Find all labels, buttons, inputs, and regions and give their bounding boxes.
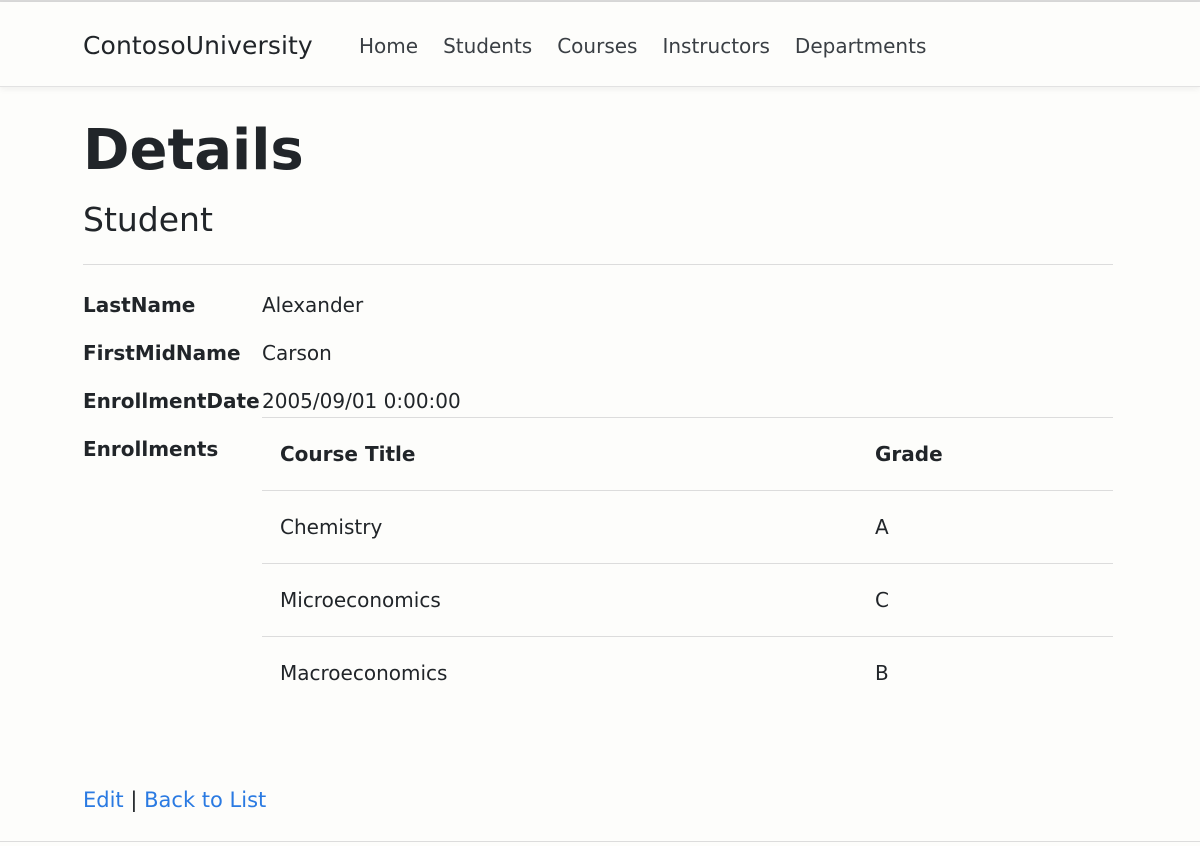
enrollments-label: Enrollments [83,437,219,461]
table-row: Chemistry A [262,490,1113,564]
course-title-cell: Microeconomics [262,563,857,637]
column-header-grade: Grade [857,417,1113,491]
lastname-label: LastName [83,293,196,317]
nav-item-courses: Courses [557,34,662,58]
navbar: ContosoUniversity Home Students Courses … [0,2,1200,87]
nav-item-students: Students [443,34,557,58]
nav-item-home: Home [359,34,443,58]
entity-title: Student [83,200,213,239]
lastname-value: Alexander [262,293,364,317]
edit-link[interactable]: Edit [83,788,124,812]
detail-row-lastname: LastName Alexander [83,292,1113,340]
nav-link-home[interactable]: Home [359,34,418,58]
firstmidname-value: Carson [262,341,332,365]
firstmidname-label: FirstMidName [83,341,241,365]
enrollments-table: Course Title Grade Chemistry A Microecon… [262,417,1113,709]
nav-link-instructors[interactable]: Instructors [662,34,769,58]
main-content: Details Student LastName Alexander First… [83,118,1113,709]
grade-cell: B [857,636,1113,709]
nav-link-students[interactable]: Students [443,34,532,58]
table-row: Macroeconomics B [262,636,1113,709]
detail-row-enrollments: Enrollments Course Title Grade Chemistry… [83,417,1113,709]
nav-item-departments: Departments [795,34,951,58]
course-title-cell: Chemistry [262,490,857,564]
nav-item-instructors: Instructors [662,34,794,58]
nav-link-departments[interactable]: Departments [795,34,926,58]
details-list: LastName Alexander FirstMidName Carson E… [83,292,1113,709]
footer-divider [0,841,1200,842]
enrollments-value: Course Title Grade Chemistry A Microecon… [262,417,1113,709]
page-title: Details [83,118,304,183]
enrollmentdate-label: EnrollmentDate [83,389,260,413]
course-title-cell: Macroeconomics [262,636,857,709]
column-header-course-title: Course Title [262,417,857,491]
table-header-row: Course Title Grade [262,417,1113,491]
grade-cell: C [857,563,1113,637]
enrollmentdate-value: 2005/09/01 0:00:00 [262,389,461,413]
detail-row-firstmidname: FirstMidName Carson [83,340,1113,388]
divider [83,264,1113,265]
nav-links: Home Students Courses Instructors Depart… [359,34,951,58]
table-row: Microeconomics C [262,563,1113,637]
brand-link[interactable]: ContosoUniversity [83,31,313,60]
nav-link-courses[interactable]: Courses [557,34,637,58]
back-to-list-link[interactable]: Back to List [144,788,266,812]
actions-bar: Edit | Back to List [83,788,266,812]
grade-cell: A [857,490,1113,564]
actions-separator: | [130,788,138,812]
